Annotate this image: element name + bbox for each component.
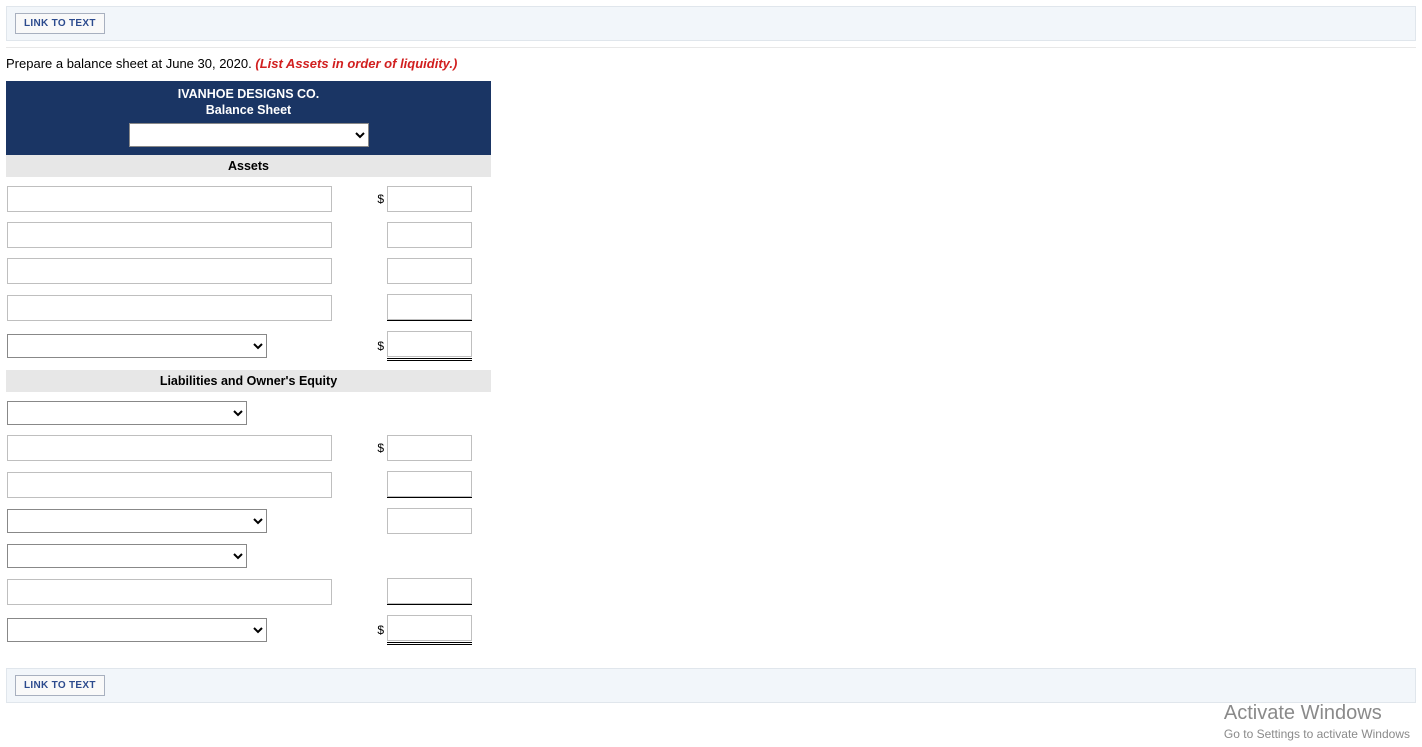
currency-symbol: $ — [341, 434, 386, 462]
instruction-hint: (List Assets in order of liquidity.) — [255, 56, 457, 71]
asset-row: $ — [6, 185, 486, 213]
liabilities-subtotal-label-select[interactable] — [7, 509, 267, 533]
link-to-text-button-bottom[interactable]: LINK TO TEXT — [15, 675, 105, 696]
balance-sheet: IVANHOE DESIGNS CO. Balance Sheet Assets… — [6, 81, 1416, 654]
equity-row — [6, 577, 486, 606]
statement-name: Balance Sheet — [6, 103, 491, 117]
company-name: IVANHOE DESIGNS CO. — [6, 87, 491, 101]
asset-label-input[interactable] — [7, 186, 332, 212]
asset-label-input[interactable] — [7, 295, 332, 321]
liabilities-equity-heading: Liabilities and Owner's Equity — [6, 370, 491, 392]
currency-symbol — [341, 507, 386, 535]
watermark-line2: Go to Settings to activate Windows — [1224, 727, 1410, 741]
asset-amount-input[interactable] — [387, 186, 472, 212]
equity-subheading-select[interactable] — [7, 544, 247, 568]
equity-subheading-row — [6, 543, 486, 569]
liabilities-subheading-select[interactable] — [7, 401, 247, 425]
watermark-line1: Activate Windows — [1224, 702, 1410, 725]
asset-amount-input[interactable] — [387, 294, 472, 320]
liabilities-equity-table: $ — [6, 392, 486, 654]
asset-label-input[interactable] — [7, 258, 332, 284]
sheet-header: IVANHOE DESIGNS CO. Balance Sheet — [6, 81, 491, 155]
liabilities-subtotal-amount-input[interactable] — [387, 508, 472, 534]
asset-total-row: $ — [6, 330, 486, 362]
currency-symbol — [341, 293, 386, 322]
assets-table: $ $ — [6, 177, 486, 370]
link-to-text-button-top[interactable]: LINK TO TEXT — [15, 13, 105, 34]
currency-symbol — [341, 257, 386, 285]
currency-symbol — [341, 470, 386, 499]
asset-row — [6, 293, 486, 322]
currency-symbol: $ — [341, 614, 386, 646]
asset-amount-input[interactable] — [387, 258, 472, 284]
currency-symbol — [341, 577, 386, 606]
liabilities-subheading-row — [6, 400, 486, 426]
instruction-text: Prepare a balance sheet at June 30, 2020… — [0, 48, 1422, 81]
currency-symbol: $ — [341, 185, 386, 213]
liabilities-equity-total-label-select[interactable] — [7, 618, 267, 642]
liability-amount-input[interactable] — [387, 471, 472, 497]
currency-symbol: $ — [341, 330, 386, 362]
link-to-text-bar-top: LINK TO TEXT — [6, 6, 1416, 41]
date-select[interactable] — [129, 123, 369, 147]
asset-total-amount-input[interactable] — [387, 331, 472, 357]
equity-label-input[interactable] — [7, 579, 332, 605]
asset-amount-input[interactable] — [387, 222, 472, 248]
liability-row: $ — [6, 434, 486, 462]
liability-label-input[interactable] — [7, 472, 332, 498]
liability-label-input[interactable] — [7, 435, 332, 461]
liability-amount-input[interactable] — [387, 435, 472, 461]
asset-row — [6, 257, 486, 285]
asset-total-label-select[interactable] — [7, 334, 267, 358]
windows-activation-watermark: Activate Windows Go to Settings to activ… — [1224, 702, 1410, 741]
currency-symbol — [341, 221, 386, 249]
liability-row — [6, 470, 486, 499]
liabilities-equity-total-row: $ — [6, 614, 486, 646]
assets-heading: Assets — [6, 155, 491, 177]
instruction-main: Prepare a balance sheet at June 30, 2020… — [6, 56, 255, 71]
equity-amount-input[interactable] — [387, 578, 472, 604]
link-to-text-bar-bottom: LINK TO TEXT — [6, 668, 1416, 703]
asset-label-input[interactable] — [7, 222, 332, 248]
asset-row — [6, 221, 486, 249]
liabilities-subtotal-row — [6, 507, 486, 535]
liabilities-equity-total-amount-input[interactable] — [387, 615, 472, 641]
